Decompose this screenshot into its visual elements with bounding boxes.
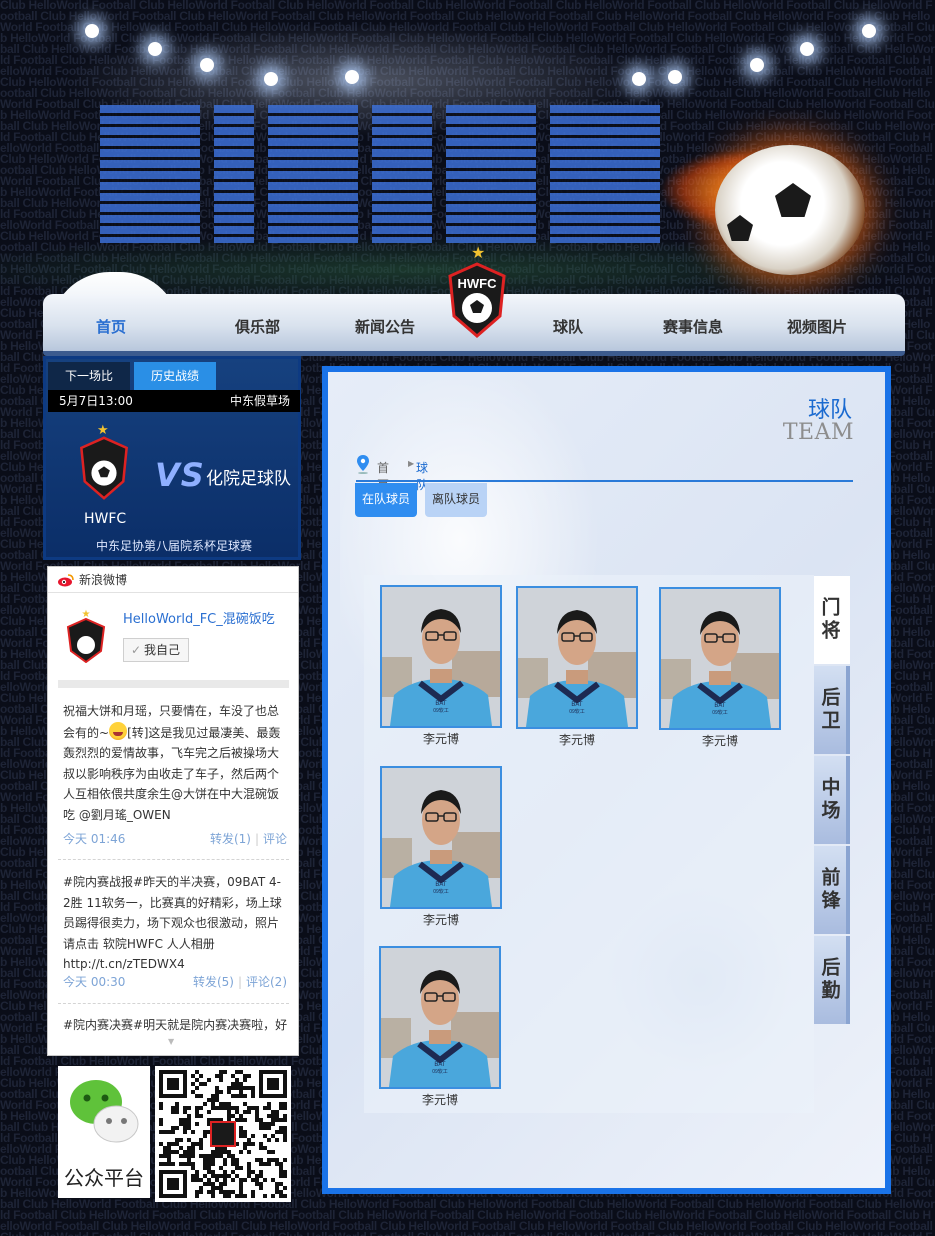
- shirt-subtext: 09软工: [712, 709, 728, 716]
- shirt-subtext: 09软工: [569, 708, 585, 715]
- divider: [356, 480, 853, 482]
- tab-history[interactable]: 历史战绩: [134, 362, 216, 390]
- breadcrumb-arrow-icon: ▶: [408, 459, 415, 468]
- divider: [58, 859, 289, 860]
- repost-link[interactable]: 转发(5): [193, 975, 234, 989]
- player-photo[interactable]: BAT 09软工: [380, 585, 502, 728]
- post-time[interactable]: 今天 00:30: [63, 974, 125, 990]
- weibo-post: #院内赛战报#昨天的半决赛，09BAT 4-2胜 11软务一，比赛真的好精彩，场…: [63, 872, 287, 975]
- post-time[interactable]: 今天 01:46: [63, 831, 125, 847]
- player-photo[interactable]: BAT 09软工: [380, 766, 502, 909]
- tab-former-players[interactable]: 离队球员: [425, 483, 487, 517]
- shirt-text: BAT: [435, 882, 447, 888]
- page-subtitle: TEAM: [782, 420, 854, 445]
- follow-label: 我自己: [144, 643, 181, 657]
- nav-item-media[interactable]: 视频图片: [787, 316, 847, 337]
- tab-position[interactable]: 前锋: [814, 846, 850, 934]
- stadium-light: [800, 42, 814, 56]
- player-card[interactable]: BAT 09软工李元博: [379, 946, 501, 1108]
- nav-item-home[interactable]: 首页: [96, 316, 126, 337]
- stadium-light: [632, 72, 646, 86]
- player-photo[interactable]: BAT 09软工: [659, 587, 781, 730]
- qr-code: [155, 1066, 291, 1202]
- post-text: #院内赛决赛#明天就是院内赛决赛啦，好: [63, 1018, 287, 1032]
- wechat-label: 公众平台: [64, 1166, 144, 1190]
- match-venue: 中东假草场: [229, 394, 290, 408]
- shirt-text: BAT: [571, 702, 583, 708]
- helloworld-letters-logo: [100, 105, 660, 245]
- player-photo[interactable]: BAT 09软工: [516, 586, 638, 729]
- nav-item-team[interactable]: 球队: [553, 316, 583, 337]
- weibo-header: 新浪微博: [48, 567, 298, 593]
- stadium-light: [264, 72, 278, 86]
- stadium-light: [85, 24, 99, 38]
- weibo-title[interactable]: 新浪微博: [79, 567, 127, 593]
- stadium-light: [200, 58, 214, 72]
- nav-item-news[interactable]: 新闻公告: [355, 316, 415, 337]
- tab-position[interactable]: 后卫: [814, 666, 850, 754]
- tab-position[interactable]: 中场: [814, 756, 850, 844]
- stadium-light: [668, 70, 682, 84]
- match-info-bar: 5月7日13:00 中东假草场: [48, 390, 300, 412]
- shirt-text: BAT: [434, 1062, 446, 1068]
- stadium-light: [750, 58, 764, 72]
- weibo-widget: 新浪微博 ★ HelloWorld_FC_混碗饭吃 ✓ 我自己 祝福大饼和月瑶，…: [47, 566, 299, 1056]
- match-tabs: 下一场比赛 历史战绩: [48, 362, 216, 411]
- fireball-icon: [715, 145, 865, 275]
- follow-button[interactable]: ✓ 我自己: [123, 638, 189, 662]
- player-card[interactable]: BAT 09软工李元博: [659, 587, 781, 749]
- match-date: 5月7日13:00: [59, 394, 133, 408]
- nav-item-club[interactable]: 俱乐部: [235, 316, 280, 337]
- league-name: 中东足协第八届院系杯足球赛: [95, 539, 252, 553]
- comment-link[interactable]: 评论: [263, 832, 287, 846]
- player-photo[interactable]: BAT 09软工: [379, 946, 501, 1089]
- player-name[interactable]: 李元博: [516, 731, 638, 748]
- comment-link[interactable]: 评论(2): [246, 975, 287, 989]
- team-logo: [80, 436, 128, 500]
- player-card[interactable]: BAT 09软工李元博: [516, 586, 638, 748]
- shirt-subtext: 09软工: [432, 1068, 448, 1075]
- wechat-icon: [70, 1080, 139, 1143]
- player-name[interactable]: 李元博: [379, 1091, 501, 1108]
- opponent-name: 化院足球队: [206, 469, 291, 489]
- location-pin-icon: [357, 455, 369, 474]
- team-name: HWFC: [84, 511, 127, 527]
- player-card[interactable]: BAT 09软工李元博: [380, 585, 502, 747]
- shirt-text: BAT: [435, 701, 447, 707]
- tab-next-match[interactable]: 下一场比赛: [48, 362, 130, 411]
- nav-item-matches[interactable]: 赛事信息: [663, 316, 723, 337]
- wechat-widget[interactable]: 公众平台: [58, 1066, 150, 1198]
- weibo-post: #院内赛决赛#明天就是院内赛决赛啦，好: [63, 1015, 287, 1036]
- shirt-subtext: 09软工: [433, 888, 449, 895]
- player-card[interactable]: BAT 09软工李元博: [380, 766, 502, 928]
- player-name[interactable]: 李元博: [380, 911, 502, 928]
- shirt-subtext: 09软工: [433, 707, 449, 714]
- weibo-username[interactable]: HelloWorld_FC_混碗饭吃: [123, 608, 275, 627]
- stadium-light: [345, 70, 359, 84]
- header-banner: [0, 0, 935, 300]
- stadium-light: [148, 42, 162, 56]
- tab-position[interactable]: 后勤: [814, 936, 850, 1024]
- repost-link[interactable]: 转发(1): [210, 832, 251, 846]
- hwfc-logo[interactable]: HWFC: [446, 262, 508, 338]
- weibo-post: 祝福大饼和月瑶，只要情在，车没了也总会有的~ [转]这是我见过最凄美、最轰轰烈烈的…: [63, 701, 287, 825]
- vs-label: VS: [155, 456, 205, 494]
- post-text: #院内赛战报#昨天的半决赛，09BAT 4-2胜 11软务一，比赛真的好精彩，场…: [63, 875, 282, 971]
- tab-current-players[interactable]: 在队球员: [355, 483, 417, 517]
- logo-text: HWFC: [458, 276, 498, 291]
- divider: [58, 680, 289, 688]
- stadium-light: [862, 24, 876, 38]
- player-name[interactable]: 李元博: [380, 730, 502, 747]
- check-icon: ✓: [131, 643, 142, 657]
- laugh-emoji-icon: [109, 721, 128, 740]
- weibo-icon[interactable]: [58, 573, 74, 587]
- shirt-text: BAT: [714, 703, 726, 709]
- star-icon: ★: [471, 243, 486, 262]
- tab-position[interactable]: 门将: [814, 576, 850, 664]
- divider: [58, 1003, 289, 1004]
- avatar[interactable]: ★: [64, 607, 108, 663]
- scroll-down-icon[interactable]: ▼: [168, 1037, 174, 1046]
- player-name[interactable]: 李元博: [659, 732, 781, 749]
